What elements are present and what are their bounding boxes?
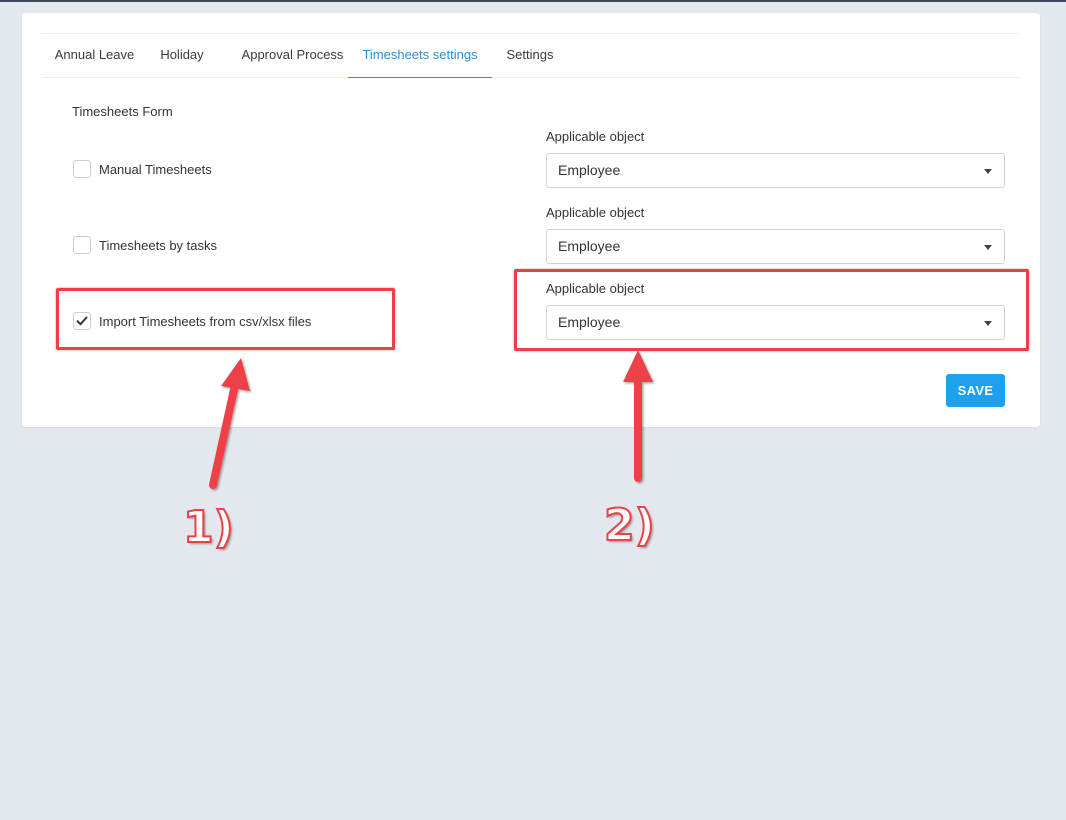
select-value: Employee	[558, 162, 621, 178]
tab-approval-process[interactable]: Approval Process	[222, 34, 363, 78]
applicable-object-select[interactable]: Employee	[546, 153, 1005, 188]
highlight-box-applicable-object	[514, 269, 1029, 351]
step-1-annotation: 1)	[182, 501, 235, 554]
manual-timesheets-option[interactable]: Manual Timesheets	[73, 160, 212, 178]
timesheets-by-tasks-label: Timesheets by tasks	[99, 237, 218, 253]
applicable-object-select[interactable]: Employee	[546, 229, 1005, 264]
top-strip	[0, 0, 1066, 2]
save-button[interactable]: SAVE	[946, 374, 1005, 407]
tab-bar: Annual Leave Holiday Approval Process Ti…	[42, 33, 1020, 78]
section-title: Timesheets Form	[72, 104, 173, 119]
tab-timesheets-settings[interactable]: Timesheets settings	[348, 34, 492, 78]
manual-timesheets-label: Manual Timesheets	[99, 161, 212, 177]
select-value: Employee	[558, 238, 621, 254]
settings-card: Annual Leave Holiday Approval Process Ti…	[22, 13, 1040, 427]
timesheets-by-tasks-checkbox[interactable]	[73, 236, 91, 254]
manual-timesheets-checkbox[interactable]	[73, 160, 91, 178]
chevron-down-icon	[984, 245, 992, 250]
timesheets-by-tasks-option[interactable]: Timesheets by tasks	[73, 236, 217, 254]
applicable-object-label: Applicable object	[546, 205, 645, 220]
step-2-annotation: 2)	[603, 499, 656, 552]
tab-settings[interactable]: Settings	[496, 34, 564, 78]
chevron-down-icon	[984, 169, 992, 174]
tab-annual-leave[interactable]: Annual Leave	[42, 34, 147, 78]
applicable-object-label: Applicable object	[546, 129, 645, 144]
tab-holiday[interactable]: Holiday	[147, 34, 217, 78]
highlight-box-import-option	[56, 288, 395, 350]
